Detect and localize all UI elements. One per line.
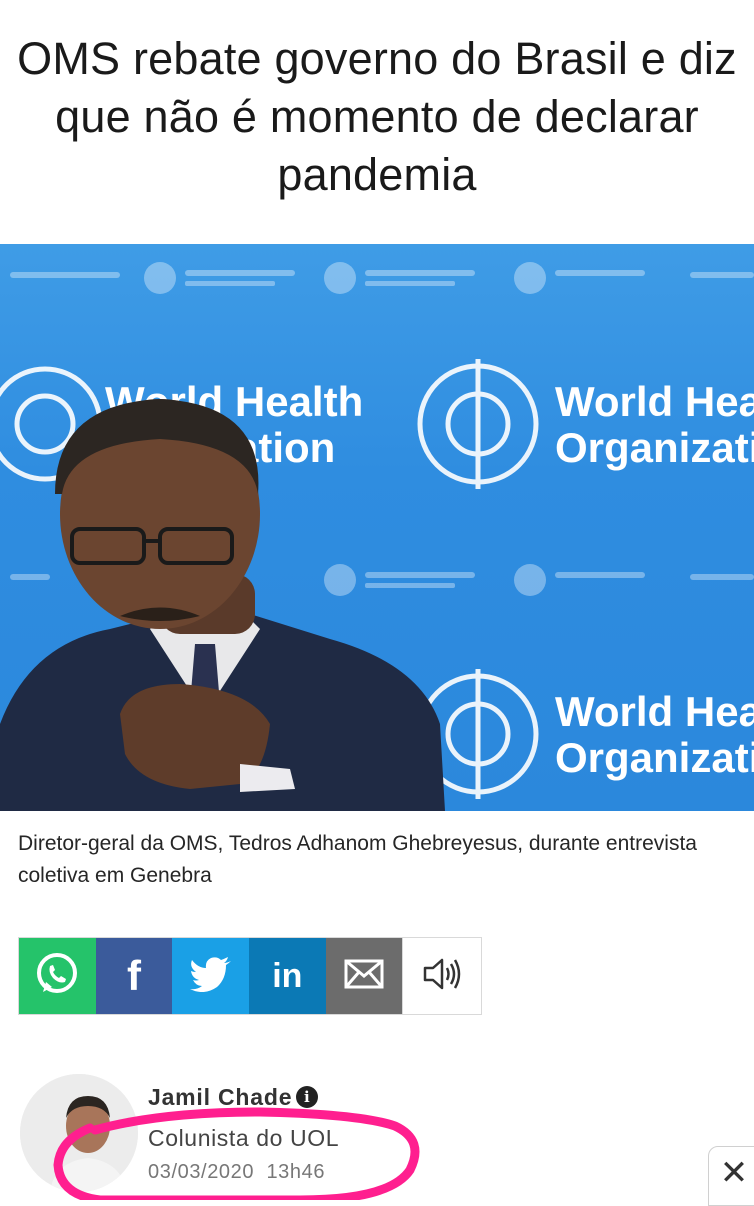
svg-text:World Hea: World Hea [555, 688, 754, 735]
avatar[interactable] [20, 1074, 138, 1192]
speaker-icon [422, 956, 462, 997]
author-name-text: Jamil Chade [148, 1084, 293, 1110]
article-photo: World Health ation World Hea Organizati … [0, 244, 754, 811]
share-whatsapp-button[interactable] [19, 938, 96, 1014]
photo-caption: Diretor-geral da OMS, Tedros Adhanom Ghe… [18, 832, 697, 887]
speaker-figure [0, 399, 445, 811]
article-headline: OMS rebate governo do Brasil e diz que n… [17, 33, 737, 200]
share-bar: f in [18, 937, 482, 1015]
envelope-icon [344, 959, 384, 994]
linkedin-icon: in [272, 956, 303, 995]
share-email-button[interactable] [325, 938, 403, 1014]
twitter-icon [189, 956, 232, 997]
svg-text:Organizati: Organizati [555, 734, 754, 781]
publish-time: 13h46 [266, 1161, 326, 1183]
whatsapp-icon [33, 950, 81, 1003]
info-icon[interactable]: i [296, 1086, 319, 1108]
photo-illustration: World Health ation World Hea Organizati … [0, 262, 754, 811]
publish-datetime: 03/03/2020 13h46 [148, 1161, 325, 1184]
listen-audio-button[interactable] [402, 938, 482, 1014]
author-block: Jamil Chade i Colunista do UOL 03/03/2020… [18, 1072, 738, 1200]
svg-text:World Hea: World Hea [555, 378, 754, 425]
facebook-icon: f [127, 952, 141, 999]
publish-date: 03/03/2020 [148, 1161, 255, 1183]
close-button[interactable]: ✕ [708, 1146, 754, 1206]
author-name[interactable]: Jamil Chade i [148, 1084, 319, 1111]
share-linkedin-button[interactable]: in [249, 938, 326, 1014]
svg-text:Organizati: Organizati [555, 424, 754, 471]
share-facebook-button[interactable]: f [95, 938, 173, 1014]
share-twitter-button[interactable] [172, 938, 250, 1014]
author-role: Colunista do UOL [148, 1125, 340, 1151]
